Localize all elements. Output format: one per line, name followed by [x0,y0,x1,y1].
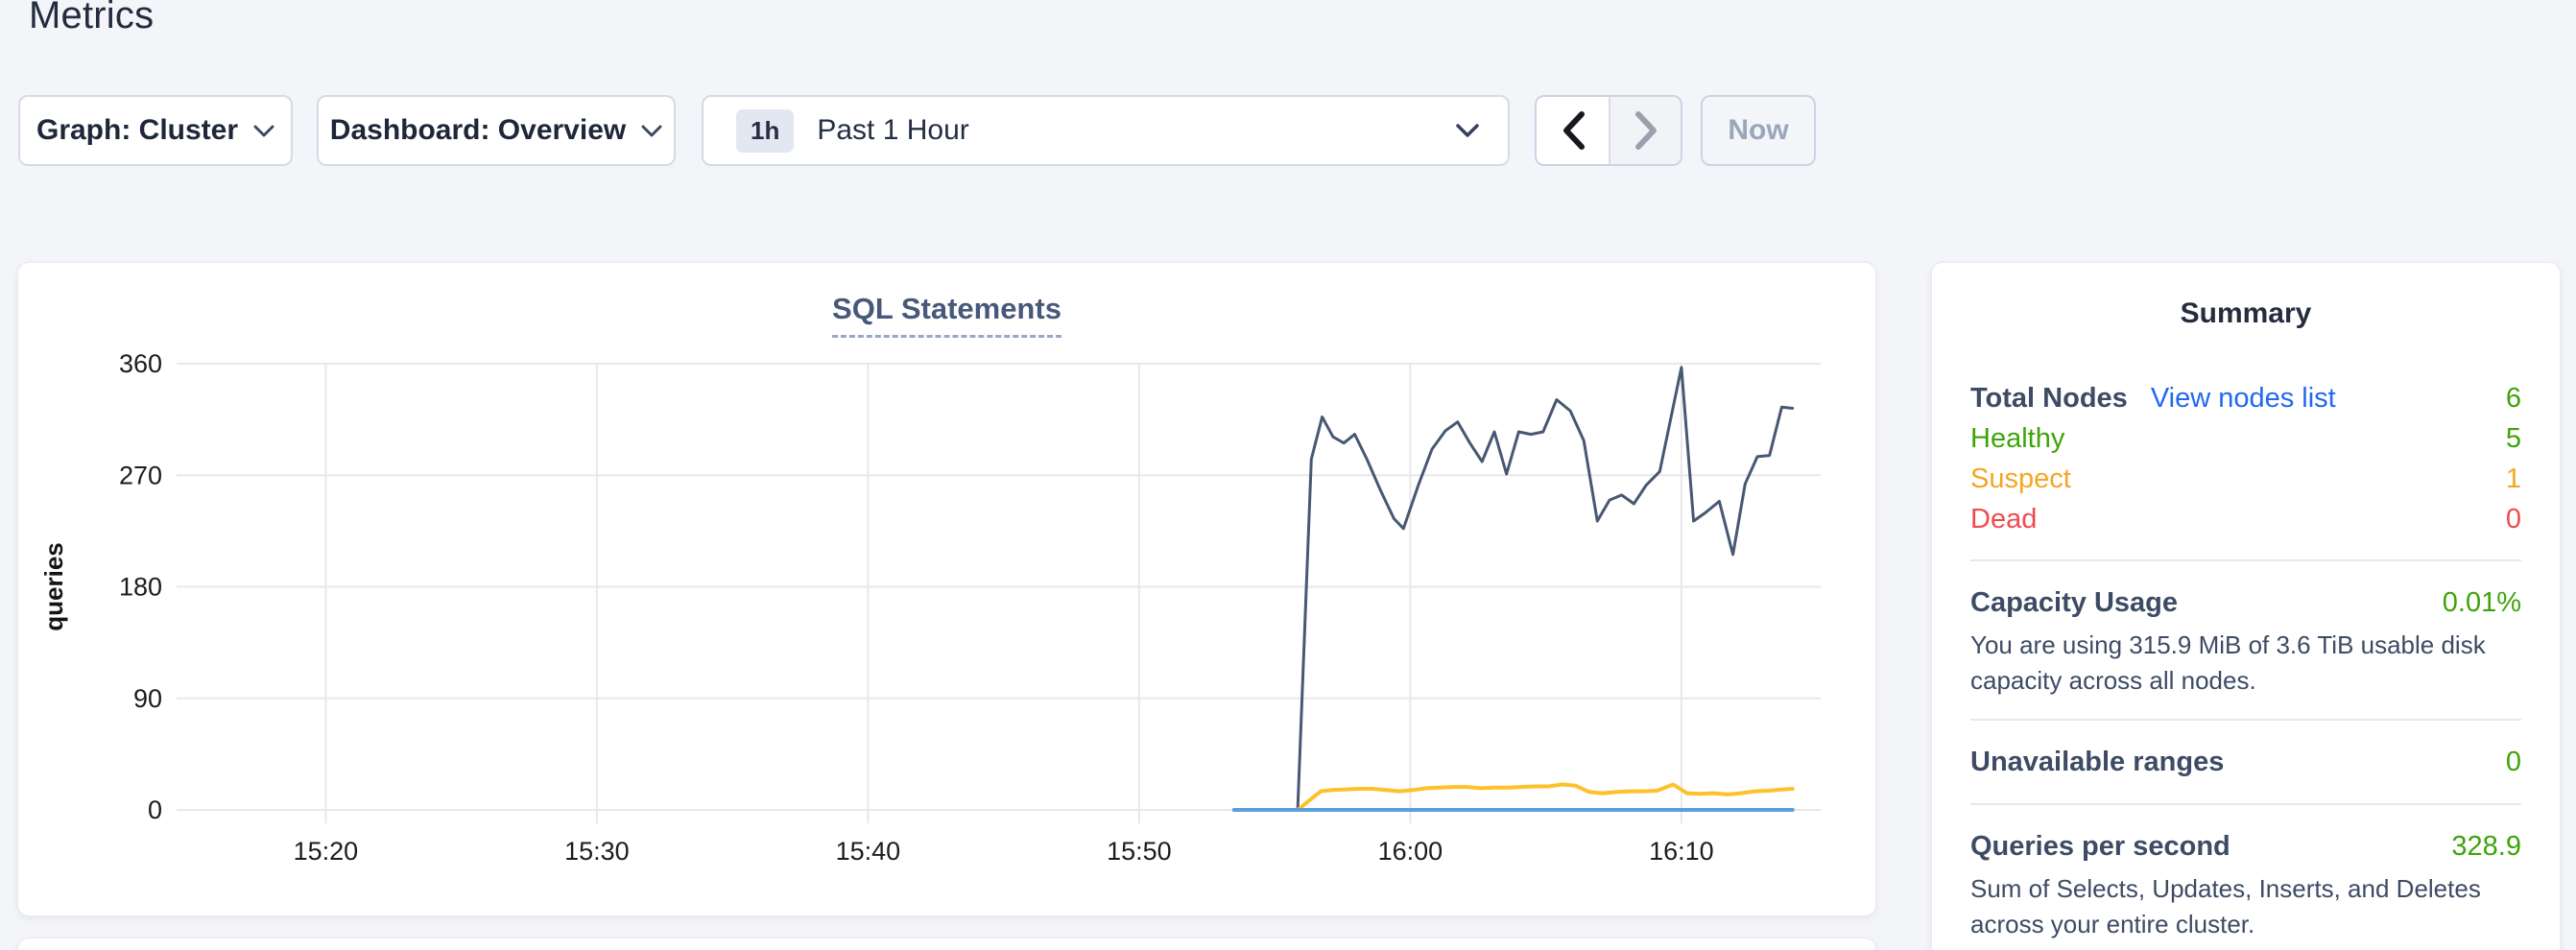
chevron-down-icon [253,125,274,137]
capacity-usage-label: Capacity Usage [1970,582,2178,624]
healthy-label: Healthy [1970,418,2064,459]
page-title: Metrics [29,0,154,37]
y-tick-label: 180 [119,573,162,602]
metrics-page: Metrics Graph: Cluster Dashboard: Overvi… [0,0,2576,950]
dead-nodes-row: Dead 0 [1970,499,2521,539]
prev-time-button[interactable] [1537,97,1609,164]
healthy-value: 5 [2506,418,2521,459]
capacity-usage-value: 0.01% [2443,582,2521,624]
x-tick-label: 15:50 [1107,837,1172,866]
capacity-usage-section: Capacity Usage 0.01% You are using 315.9… [1970,582,2521,699]
next-chart-card [17,938,1876,950]
x-tick-label: 15:20 [294,837,359,866]
queries-per-second-label: Queries per second [1970,825,2230,867]
x-tick-label: 15:40 [836,837,901,866]
chart-line-series [1298,785,1793,811]
suspect-label: Suspect [1970,459,2071,499]
chart-line-series [1298,368,1793,810]
summary-title: Summary [1970,297,2521,330]
x-tick-label: 16:00 [1378,837,1443,866]
total-nodes-value: 6 [2506,378,2521,418]
x-tick-label: 16:10 [1649,837,1714,866]
graph-dropdown[interactable]: Graph: Cluster [18,95,293,166]
y-tick-label: 0 [148,796,162,824]
now-button-label: Now [1728,114,1788,147]
next-time-button[interactable] [1609,97,1681,164]
chevron-down-icon [641,125,662,137]
dead-label: Dead [1970,499,2037,539]
chevron-right-icon [1634,110,1658,151]
y-tick-label: 360 [119,349,162,378]
divider [1970,803,2521,805]
capacity-usage-description: You are using 315.9 MiB of 3.6 TiB usabl… [1970,628,2521,699]
node-status-list: Total Nodes View nodes list 6 Healthy 5 … [1970,378,2521,539]
view-nodes-list-link[interactable]: View nodes list [2151,378,2336,418]
chevron-left-icon [1561,110,1586,151]
total-nodes-label: Total Nodes [1970,378,2128,418]
graph-dropdown-label: Graph: Cluster [36,114,238,147]
dashboard-dropdown-label: Dashboard: Overview [330,114,626,147]
y-axis-label: queries [39,542,68,631]
y-tick-label: 270 [119,461,162,489]
sql-statements-chart: 0 90 180 270 360 15:20 15:30 15:40 15:50 16:00 16:… [18,263,1875,915]
unavailable-ranges-label: Unavailable ranges [1970,741,2224,783]
divider [1970,719,2521,721]
unavailable-ranges-section: Unavailable ranges 0 [1970,741,2521,783]
time-range-badge: 1h [736,109,794,153]
sql-statements-chart-card: SQL Statements 09018027036015:2015:3015:… [17,262,1876,916]
chevron-down-icon [1456,124,1479,137]
now-button[interactable]: Now [1701,95,1816,166]
time-range-picker[interactable]: 1h Past 1 Hour [702,95,1510,166]
total-nodes-row: Total Nodes View nodes list 6 [1970,378,2521,418]
suspect-nodes-row: Suspect 1 [1970,459,2521,499]
queries-per-second-value: 328.9 [2451,825,2521,867]
dead-value: 0 [2506,499,2521,539]
unavailable-ranges-value: 0 [2506,741,2521,783]
queries-per-second-section: Queries per second 328.9 Sum of Selects,… [1970,825,2521,942]
summary-panel: Summary Total Nodes View nodes list 6 He… [1931,262,2561,950]
healthy-nodes-row: Healthy 5 [1970,418,2521,459]
y-tick-label: 90 [133,684,162,713]
x-tick-label: 15:30 [564,837,630,866]
time-range-label: Past 1 Hour [817,114,1441,147]
suspect-value: 1 [2506,459,2521,499]
time-nav-group [1535,95,1682,166]
queries-per-second-description: Sum of Selects, Updates, Inserts, and De… [1970,871,2521,942]
divider [1970,559,2521,561]
dashboard-dropdown[interactable]: Dashboard: Overview [317,95,676,166]
